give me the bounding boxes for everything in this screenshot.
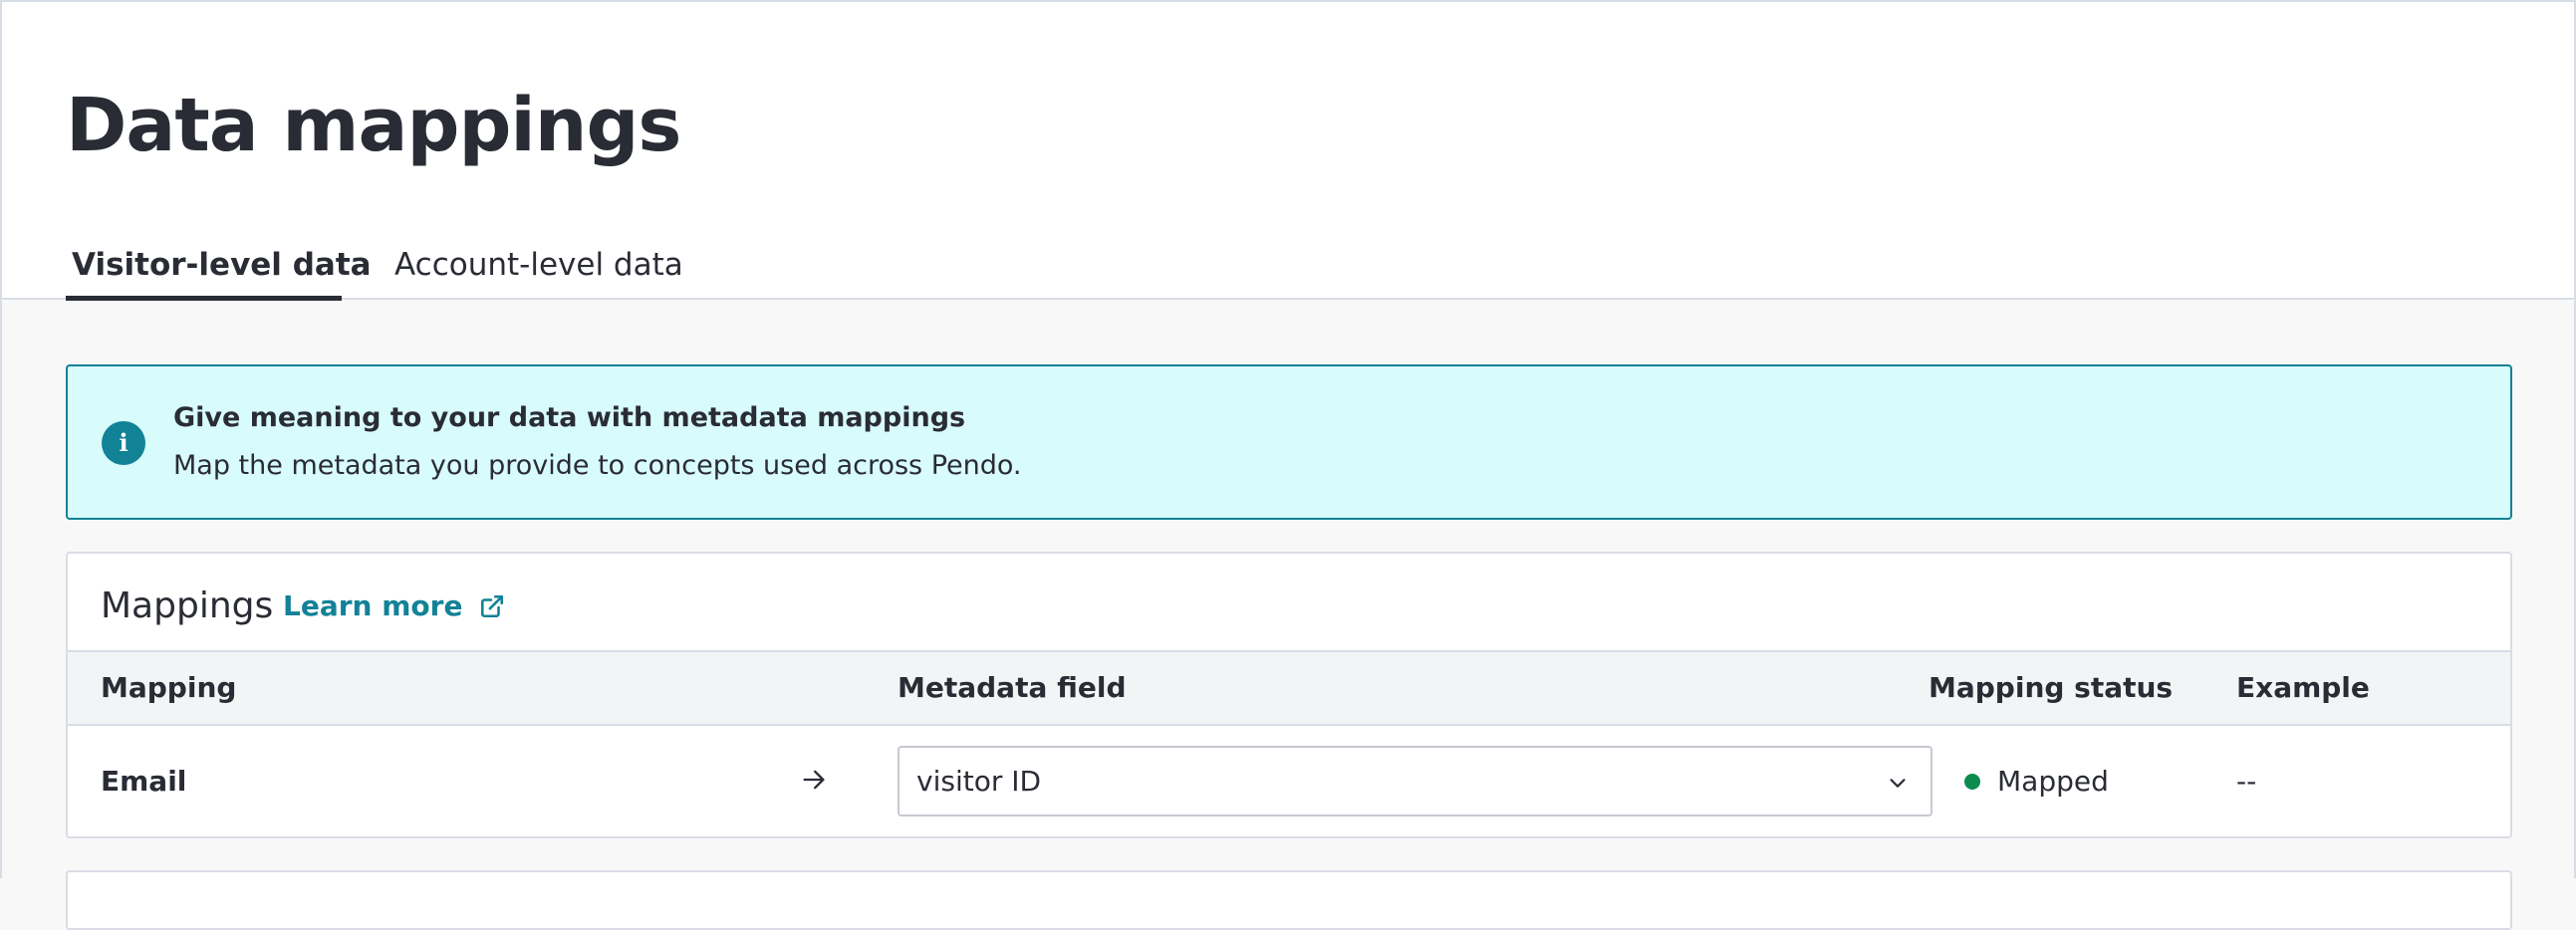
- learn-more-link[interactable]: Learn more: [283, 583, 505, 629]
- banner-title: Give meaning to your data with metadata …: [173, 402, 966, 433]
- info-icon: i: [102, 421, 145, 465]
- tab-account-level-data[interactable]: Account-level data: [394, 235, 683, 299]
- external-link-icon: [481, 594, 504, 618]
- status-dot-icon: [1964, 773, 1980, 790]
- tab-visitor-level-data[interactable]: Visitor-level data: [66, 235, 372, 301]
- metadata-field-select[interactable]: visitor ID: [898, 746, 1932, 816]
- page-title: Data mappings: [66, 83, 681, 168]
- table-row: Email visitor ID Mapped --: [68, 726, 2510, 836]
- banner-text: Map the metadata you provide to concepts…: [173, 450, 1022, 481]
- status-label: Mapped: [1997, 765, 2109, 798]
- page-header: Data mappings Visitor-level data Account…: [0, 0, 2576, 301]
- tab-bar: Visitor-level data Account-level data: [66, 235, 683, 301]
- mappings-title: Mappings: [101, 585, 274, 626]
- column-header-metadata-field: Metadata field: [898, 671, 1127, 704]
- column-header-mapping-status: Mapping status: [1929, 671, 2174, 704]
- chevron-down-icon: [1890, 779, 1906, 788]
- next-card: [66, 870, 2512, 930]
- column-header-mapping: Mapping: [101, 671, 237, 704]
- mappings-card: Mappings Learn more Mapping Metadata fie…: [66, 552, 2512, 838]
- mapping-name: Email: [101, 765, 187, 798]
- example-value: --: [2236, 765, 2257, 798]
- column-header-example: Example: [2236, 671, 2370, 704]
- learn-more-label: Learn more: [283, 589, 463, 622]
- mapping-status: Mapped: [1946, 726, 2109, 836]
- arrow-right-icon: [803, 770, 825, 790]
- table-header: Mapping Metadata field Mapping status Ex…: [68, 650, 2510, 726]
- info-banner: i Give meaning to your data with metadat…: [66, 364, 2512, 520]
- metadata-field-value: visitor ID: [916, 765, 1042, 798]
